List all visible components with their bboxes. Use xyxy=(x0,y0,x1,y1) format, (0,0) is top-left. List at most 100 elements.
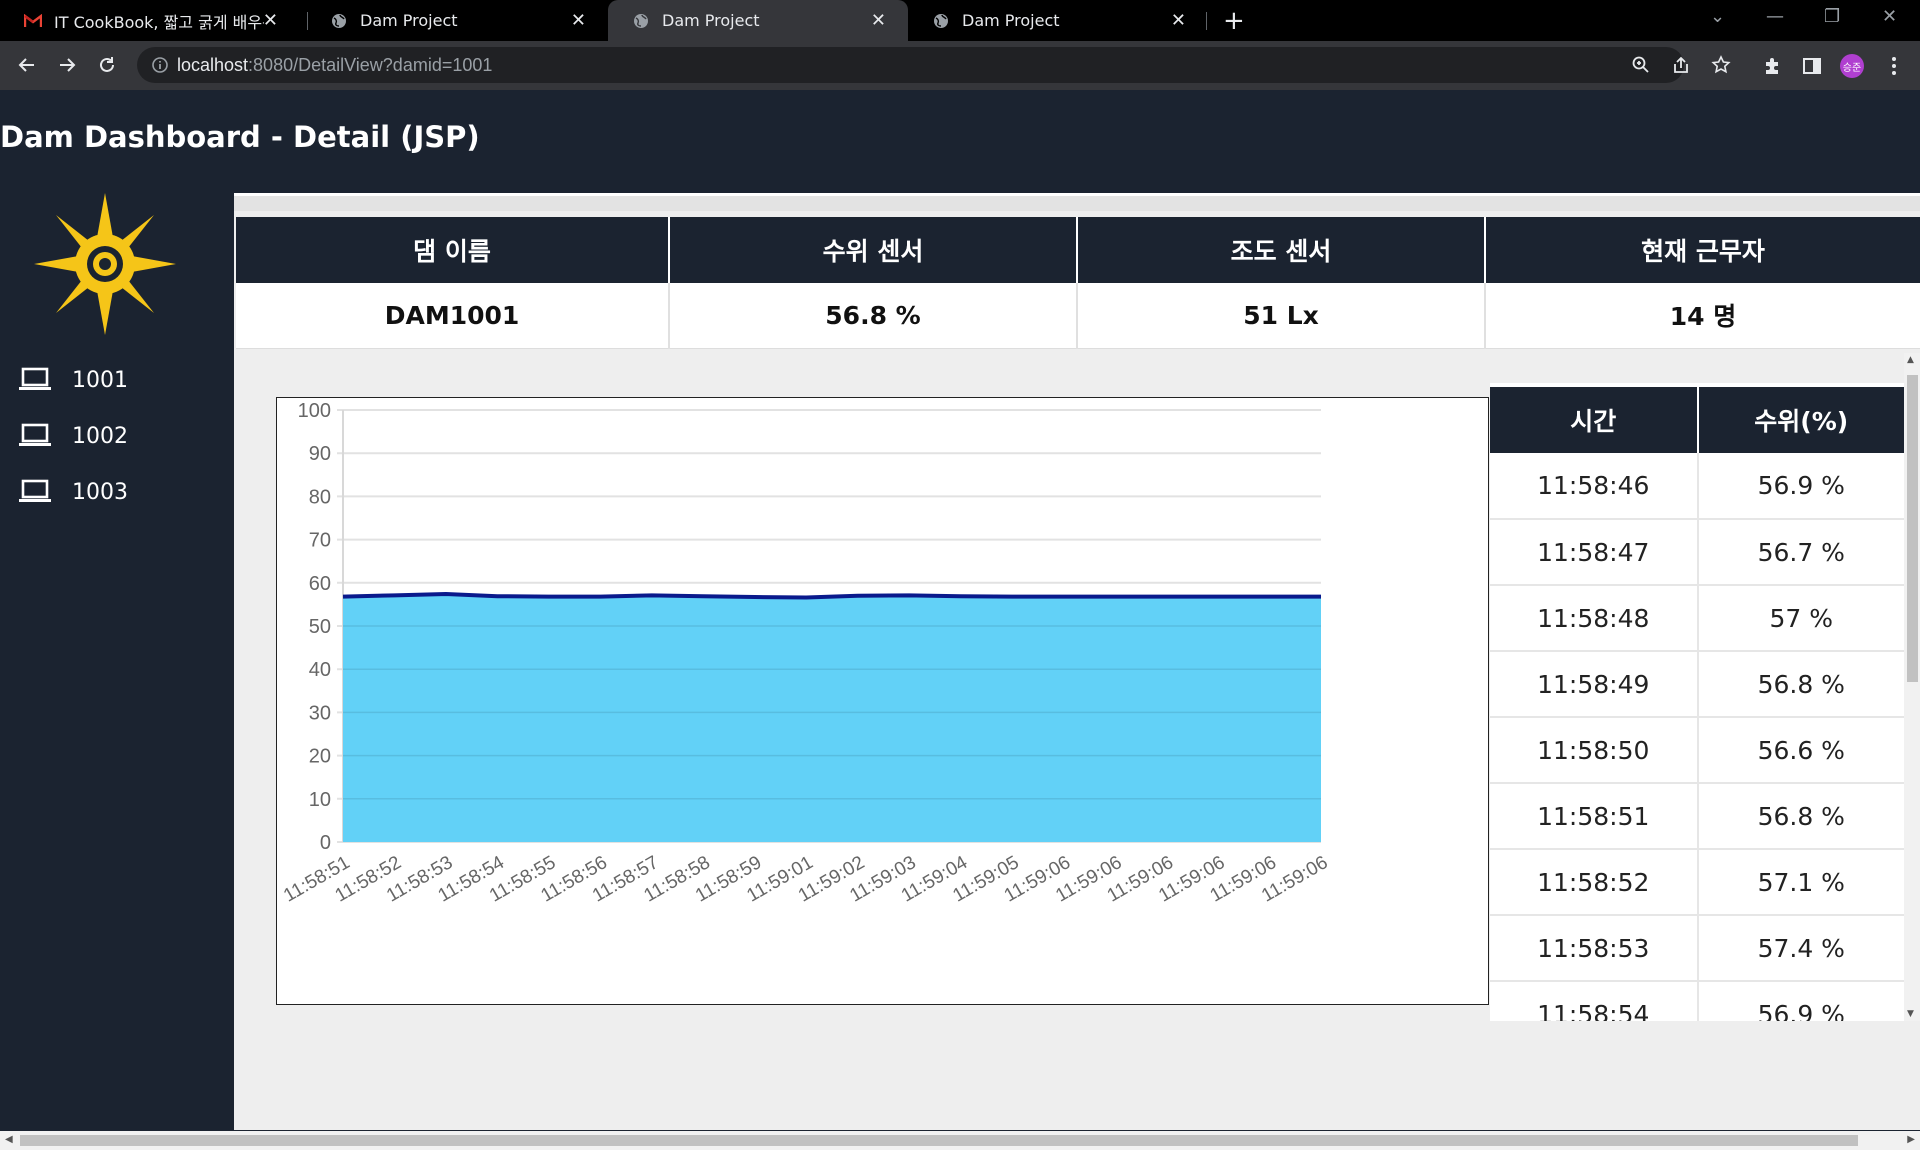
header-dam-name: 댐 이름 xyxy=(236,217,670,283)
tab-label: Dam Project xyxy=(360,11,458,30)
level-cell: 57 % xyxy=(1697,585,1906,652)
time-cell: 11:58:52 xyxy=(1490,849,1699,916)
back-button[interactable] xyxy=(13,51,41,79)
page-title: Dam Dashboard - Detail (JSP) xyxy=(0,120,480,154)
y-tick-label: 70 xyxy=(309,530,331,552)
header-current-workers: 현재 근무자 xyxy=(1485,217,1920,283)
restore-icon[interactable]: ❐ xyxy=(1824,6,1840,27)
y-tick-label: 30 xyxy=(309,702,331,724)
tab-dam-project[interactable]: Dam Project ✕ xyxy=(908,0,1208,41)
y-tick-label: 20 xyxy=(309,746,331,768)
url-text: localhost:8080/DetailView?damid=1001 xyxy=(177,55,492,76)
reload-icon xyxy=(100,57,114,72)
arrow-right-icon xyxy=(60,58,76,72)
level-cell: 56.7 % xyxy=(1697,519,1906,586)
scroll-up-arrow[interactable]: ▲ xyxy=(1907,355,1914,365)
browser-toolbar: localhost:8080/DetailView?damid=1001 승준 xyxy=(0,41,1920,90)
time-cell: 11:58:53 xyxy=(1490,915,1699,982)
tab-dam-project-active[interactable]: Dam Project ✕ xyxy=(608,0,908,41)
close-tab-icon[interactable]: ✕ xyxy=(571,10,586,31)
forward-button[interactable] xyxy=(53,51,81,79)
area-fill xyxy=(343,594,1321,842)
address-bar[interactable]: localhost:8080/DetailView?damid=1001 xyxy=(137,47,1731,83)
minimize-icon[interactable]: — xyxy=(1766,6,1784,27)
history-scrollbar[interactable]: ▲ ▼ xyxy=(1904,353,1920,1021)
globe-icon xyxy=(330,12,348,30)
sidebar: 1001 1002 1003 xyxy=(0,193,234,1130)
reload-button[interactable] xyxy=(93,51,121,79)
header-time: 시간 xyxy=(1490,387,1699,453)
close-window-icon[interactable]: ✕ xyxy=(1882,6,1897,27)
table-row: 11:58:48 57 % xyxy=(1490,585,1906,652)
history-table-container[interactable]: 시간 수위(%) 11:58:46 56.9 % 11:58:47 56.7 % 11:… xyxy=(1490,383,1916,1021)
share-icon[interactable] xyxy=(1671,55,1691,75)
zoom-icon[interactable] xyxy=(1631,55,1651,75)
y-tick-label: 100 xyxy=(298,400,331,422)
arrow-left-icon xyxy=(18,58,34,72)
tab-label: IT CookBook, 짧고 굵게 배우는 xyxy=(54,12,264,32)
bookmark-star-icon[interactable] xyxy=(1711,55,1731,75)
side-panel-icon[interactable] xyxy=(1800,54,1824,78)
url-path: :8080/DetailView?damid=1001 xyxy=(248,55,493,75)
sidebar-item-label: 1003 xyxy=(72,479,128,505)
scroll-down-arrow[interactable]: ▼ xyxy=(1907,1009,1914,1019)
laptop-icon xyxy=(19,423,51,446)
close-tab-icon[interactable]: ✕ xyxy=(263,10,278,31)
laptop-icon xyxy=(19,367,51,390)
level-cell: 56.9 % xyxy=(1697,981,1906,1021)
dam-status-table: 댐 이름 수위 센서 조도 센서 현재 근무자 DAM1001 56.8 % 5… xyxy=(236,217,1920,349)
menu-kebab-icon[interactable] xyxy=(1882,54,1906,78)
tab-search-icon[interactable]: ⌄ xyxy=(1710,6,1725,27)
y-tick-label: 0 xyxy=(320,832,331,854)
table-row: 11:58:53 57.4 % xyxy=(1490,915,1906,982)
header-water-level-sensor: 수위 센서 xyxy=(669,217,1078,283)
extensions-icon[interactable] xyxy=(1760,54,1784,78)
level-cell: 57.4 % xyxy=(1697,915,1906,982)
y-tick-label: 60 xyxy=(309,573,331,595)
profile-avatar[interactable]: 승준 xyxy=(1840,54,1864,78)
sidebar-item-1002[interactable]: 1002 xyxy=(18,419,208,453)
level-cell: 56.9 % xyxy=(1697,453,1906,520)
chart-svg: 010203040506070809010011:58:5111:58:5211… xyxy=(280,400,1331,907)
scrollbar-thumb[interactable] xyxy=(1907,375,1918,682)
table-row: 11:58:52 57.1 % xyxy=(1490,849,1906,916)
y-tick-label: 10 xyxy=(309,789,331,811)
workers-value: 14 명 xyxy=(1485,283,1920,349)
table-row: 11:58:54 56.9 % xyxy=(1490,981,1906,1021)
water-level-history-table: 시간 수위(%) 11:58:46 56.9 % 11:58:47 56.7 % 11:… xyxy=(1490,387,1906,1021)
level-cell: 57.1 % xyxy=(1697,849,1906,916)
time-cell: 11:58:47 xyxy=(1490,519,1699,586)
close-tab-icon[interactable]: ✕ xyxy=(1171,10,1186,31)
scroll-right-arrow[interactable]: ▶ xyxy=(1907,1134,1915,1145)
main-content: 댐 이름 수위 센서 조도 센서 현재 근무자 DAM1001 56.8 % 5… xyxy=(234,193,1920,1130)
scrollbar-thumb[interactable] xyxy=(20,1135,1858,1146)
time-cell: 11:58:49 xyxy=(1490,651,1699,718)
gmail-icon xyxy=(24,12,42,30)
time-cell: 11:58:51 xyxy=(1490,783,1699,850)
close-tab-icon[interactable]: ✕ xyxy=(871,10,886,31)
sidebar-item-1001[interactable]: 1001 xyxy=(18,363,208,397)
new-tab-button[interactable]: + xyxy=(1223,6,1245,36)
sidebar-item-label: 1002 xyxy=(72,423,128,449)
header-water-level: 수위(%) xyxy=(1697,387,1906,453)
top-strip xyxy=(234,193,1920,211)
scroll-left-arrow[interactable]: ◀ xyxy=(5,1134,13,1145)
water-level-chart: 0 10 20 30 40 50 60 70 80 90 100 11:58:51 11:58:52 11… xyxy=(276,397,1489,1005)
tab-label: Dam Project xyxy=(962,11,1060,30)
water-level-value: 56.8 % xyxy=(669,283,1078,349)
page-horizontal-scrollbar[interactable]: ◀ ▶ xyxy=(0,1131,1920,1150)
level-cell: 56.8 % xyxy=(1697,651,1906,718)
time-cell: 11:58:54 xyxy=(1490,981,1699,1021)
sidebar-item-1003[interactable]: 1003 xyxy=(18,475,208,509)
tab-label: Dam Project xyxy=(662,11,760,30)
time-cell: 11:58:50 xyxy=(1490,717,1699,784)
sidebar-item-label: 1001 xyxy=(72,367,128,393)
tab-gmail[interactable]: IT CookBook, 짧고 굵게 배우는 ✕ xyxy=(0,0,300,41)
series-line xyxy=(342,592,1321,600)
info-icon[interactable] xyxy=(151,56,169,74)
table-row: 11:58:50 56.6 % xyxy=(1490,717,1906,784)
table-row: 11:58:51 56.8 % xyxy=(1490,783,1906,850)
globe-icon xyxy=(932,12,950,30)
light-value: 51 Lx xyxy=(1077,283,1486,349)
tab-dam-project[interactable]: Dam Project ✕ xyxy=(306,0,608,41)
